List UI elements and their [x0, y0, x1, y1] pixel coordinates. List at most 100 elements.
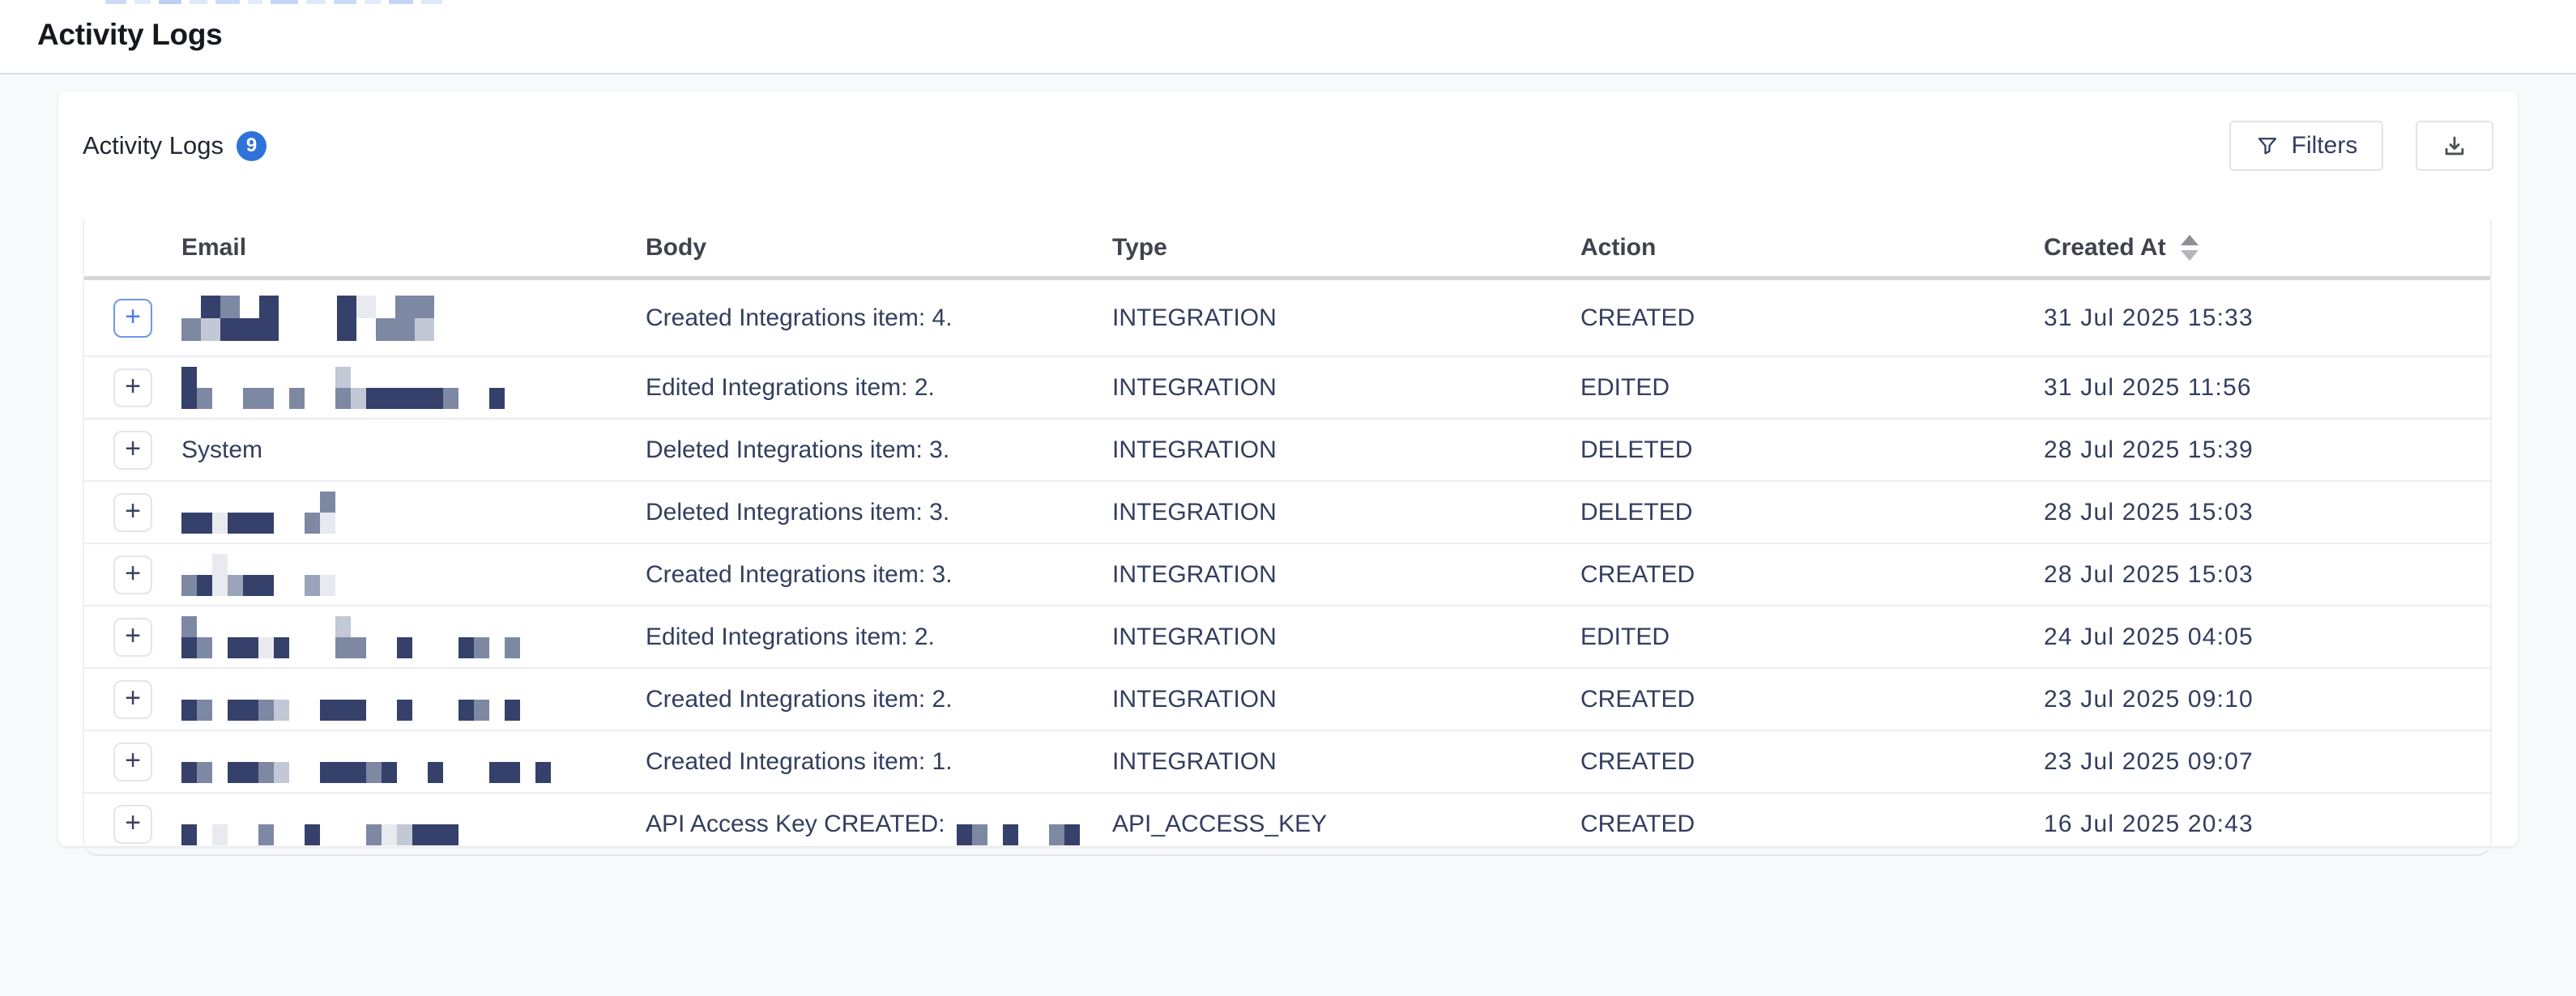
redacted-pixel-block — [248, 0, 262, 4]
col-header-created-at-label: Created At — [2044, 234, 2166, 262]
created-at-cell: 24 Jul 2025 04:05 — [2044, 624, 2490, 651]
email-cell: System — [181, 436, 646, 464]
redacted-pixel-block — [271, 0, 298, 4]
table-row: + Created Integrations item: 3.INTEGRATIO… — [84, 544, 2490, 607]
table-row: + Edited Integrations item: 2.INTEGRATION… — [84, 357, 2490, 419]
email-cell — [181, 616, 646, 658]
filters-button[interactable]: Filters — [2229, 121, 2383, 171]
action-cell: CREATED — [1580, 561, 2044, 589]
redacted-text-blocks — [181, 679, 646, 721]
action-cell: EDITED — [1580, 374, 2044, 402]
body-cell: Created Integrations item: 1. — [646, 748, 1112, 776]
activity-logs-card: Activity Logs 9 Filters Email Body Type — [58, 92, 2518, 846]
expand-cell: + — [84, 431, 181, 470]
redacted-pixel-block — [389, 0, 413, 4]
redacted-pixel-block — [190, 0, 207, 4]
redacted-pixel-block — [306, 0, 326, 4]
card-toolbar: Activity Logs 9 Filters — [58, 92, 2518, 171]
redacted-text-blocks — [181, 367, 646, 409]
redacted-pixel-block — [159, 0, 181, 4]
table-row: + Deleted Integrations item: 3.INTEGRATIO… — [84, 482, 2490, 544]
table-row: + Created Integrations item: 1.INTEGRATIO… — [84, 731, 2490, 794]
expand-row-button[interactable]: + — [113, 680, 152, 719]
created-at-cell: 31 Jul 2025 15:33 — [2044, 304, 2490, 332]
col-header-type: Type — [1112, 234, 1580, 262]
redacted-pixel-block — [105, 0, 126, 4]
body-cell: Deleted Integrations item: 3. — [646, 499, 1112, 526]
count-badge: 9 — [237, 131, 267, 161]
download-button[interactable] — [2416, 121, 2493, 171]
download-icon — [2441, 132, 2468, 160]
body-cell: Created Integrations item: 4. — [646, 304, 1112, 332]
body-cell: API Access Key CREATED: — [646, 803, 1112, 845]
email-cell — [181, 741, 646, 783]
expand-cell: + — [84, 743, 181, 781]
body-text: API Access Key CREATED: — [646, 811, 945, 838]
redacted-text-blocks — [181, 616, 646, 658]
col-header-email: Email — [181, 234, 646, 262]
body-cell: Edited Integrations item: 2. — [646, 624, 1112, 651]
action-cell: DELETED — [1580, 499, 2044, 526]
card-title: Activity Logs — [83, 131, 224, 160]
email-cell — [181, 296, 646, 341]
created-at-cell: 28 Jul 2025 15:39 — [2044, 436, 2490, 464]
email-cell — [181, 803, 646, 845]
created-at-cell: 23 Jul 2025 09:10 — [2044, 686, 2490, 713]
action-cell: CREATED — [1580, 748, 2044, 776]
sort-icon[interactable] — [2181, 235, 2199, 261]
action-cell: EDITED — [1580, 624, 2044, 651]
body-cell: Deleted Integrations item: 3. — [646, 436, 1112, 464]
redacted-text-blocks — [181, 492, 646, 534]
expand-row-button[interactable]: + — [113, 805, 152, 844]
expand-row-button[interactable]: + — [113, 431, 152, 470]
email-cell — [181, 679, 646, 721]
table-row: + SystemDeleted Integrations item: 3.INTE… — [84, 419, 2490, 482]
type-cell: INTEGRATION — [1112, 624, 1580, 651]
filter-funnel-icon — [2255, 134, 2280, 158]
created-at-cell: 28 Jul 2025 15:03 — [2044, 561, 2490, 589]
expand-row-button[interactable]: + — [113, 743, 152, 781]
redacted-text-blocks — [957, 803, 1080, 845]
type-cell: INTEGRATION — [1112, 374, 1580, 402]
col-header-created-at: Created At — [2044, 234, 2490, 262]
expand-row-button[interactable]: + — [113, 493, 152, 532]
type-cell: INTEGRATION — [1112, 748, 1580, 776]
type-cell: INTEGRATION — [1112, 436, 1580, 464]
type-cell: INTEGRATION — [1112, 561, 1580, 589]
action-cell: CREATED — [1580, 686, 2044, 713]
table-row: +API Access Key CREATED:API_ACCESS_KEYCR… — [84, 794, 2490, 854]
type-cell: INTEGRATION — [1112, 499, 1580, 526]
body-cell: Edited Integrations item: 2. — [646, 374, 1112, 402]
redacted-text-blocks — [181, 803, 646, 845]
email-cell — [181, 367, 646, 409]
table-header-row: Email Body Type Action Created At — [84, 219, 2490, 280]
created-at-cell: 31 Jul 2025 11:56 — [2044, 374, 2490, 402]
created-at-cell: 23 Jul 2025 09:07 — [2044, 748, 2490, 776]
table-row: +Created Integrations item: 4.INTEGRATIO… — [84, 280, 2490, 357]
redacted-pixel-block — [134, 0, 151, 4]
action-cell: DELETED — [1580, 436, 2044, 464]
email-cell — [181, 554, 646, 596]
table-row: +Created Integrations item: 2.INTEGRATIO… — [84, 669, 2490, 731]
body-cell: Created Integrations item: 3. — [646, 561, 1112, 589]
expand-cell: + — [84, 680, 181, 719]
expand-cell: + — [84, 299, 181, 338]
col-header-body: Body — [646, 234, 1112, 262]
redacted-pixel-block — [421, 0, 442, 4]
created-at-cell: 28 Jul 2025 15:03 — [2044, 499, 2490, 526]
expand-row-button[interactable]: + — [113, 299, 152, 338]
body-cell: Created Integrations item: 2. — [646, 686, 1112, 713]
expand-row-button[interactable]: + — [113, 618, 152, 657]
expand-row-button[interactable]: + — [113, 555, 152, 594]
redacted-text-blocks — [181, 741, 646, 783]
page-title: Activity Logs — [0, 0, 2576, 52]
expand-row-button[interactable]: + — [113, 368, 152, 407]
redacted-pixel-block — [365, 0, 381, 4]
expand-cell: + — [84, 493, 181, 532]
type-cell: API_ACCESS_KEY — [1112, 811, 1580, 838]
col-header-action: Action — [1580, 234, 2044, 262]
table-body: + Created Integrations item: 4. INTEGRATIO… — [84, 280, 2490, 854]
filters-button-label: Filters — [2292, 132, 2358, 160]
expand-cell: + — [84, 618, 181, 657]
created-at-cell: 16 Jul 2025 20:43 — [2044, 811, 2490, 838]
